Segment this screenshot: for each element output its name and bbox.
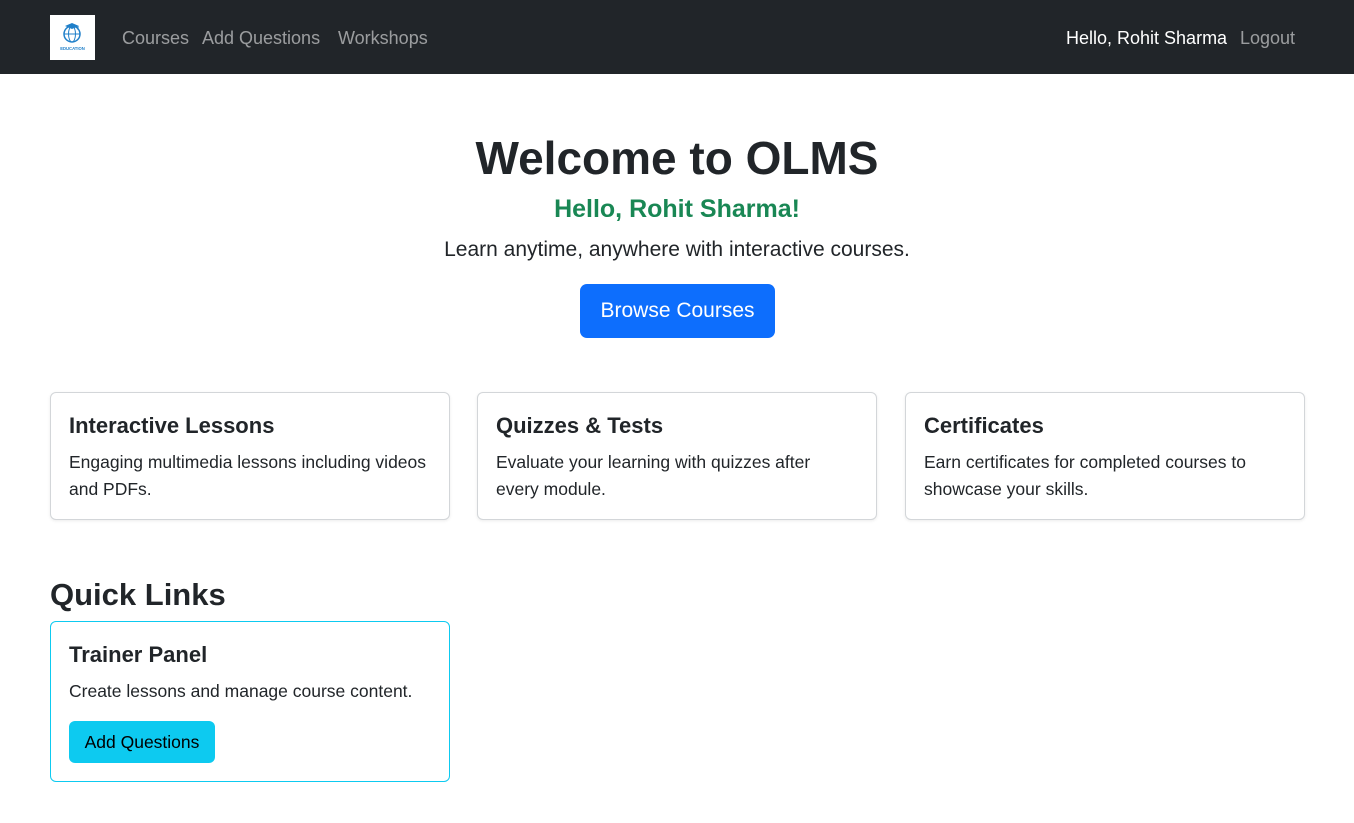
nav-link-add-questions[interactable]: Add Questions <box>202 26 320 50</box>
feature-card-text: Earn certificates for completed courses … <box>924 452 1246 499</box>
feature-card-title: Quizzes & Tests <box>496 413 664 438</box>
feature-card-text: Engaging multimedia lessons including vi… <box>69 452 427 499</box>
feature-card-interactive-lessons: Interactive Lessons Engaging multimedia … <box>50 392 450 520</box>
trainer-panel-text: Create lessons and manage course content… <box>69 681 413 701</box>
hero-lead-text: Learn anytime, anywhere with interactive… <box>444 238 910 261</box>
education-globe-icon: EDUCATION <box>60 23 85 51</box>
logo-text: EDUCATION <box>60 46 85 51</box>
logout-link[interactable]: Logout <box>1240 26 1295 50</box>
feature-card-title: Interactive Lessons <box>69 413 275 438</box>
trainer-panel-card: Trainer Panel Create lessons and manage … <box>50 621 450 782</box>
add-questions-button[interactable]: Add Questions <box>69 721 215 763</box>
feature-card-certificates: Certificates Earn certificates for compl… <box>905 392 1305 520</box>
nav-link-workshops[interactable]: Workshops <box>338 26 428 50</box>
feature-card-quizzes-tests: Quizzes & Tests Evaluate your learning w… <box>477 392 877 520</box>
browse-courses-button[interactable]: Browse Courses <box>580 284 775 338</box>
welcome-user-message: Hello, Rohit Sharma! <box>554 195 800 223</box>
brand-logo[interactable]: EDUCATION <box>50 15 95 60</box>
trainer-panel-title: Trainer Panel <box>69 642 208 667</box>
feature-card-text: Evaluate your learning with quizzes afte… <box>496 452 811 499</box>
top-navbar: EDUCATION Courses Add Questions Workshop… <box>0 0 1354 74</box>
page-title: Welcome to OLMS <box>475 132 879 184</box>
quick-links-heading: Quick Links <box>50 577 226 612</box>
nav-link-courses[interactable]: Courses <box>122 26 189 50</box>
user-greeting: Hello, Rohit Sharma <box>1066 28 1228 48</box>
feature-card-title: Certificates <box>924 413 1044 438</box>
